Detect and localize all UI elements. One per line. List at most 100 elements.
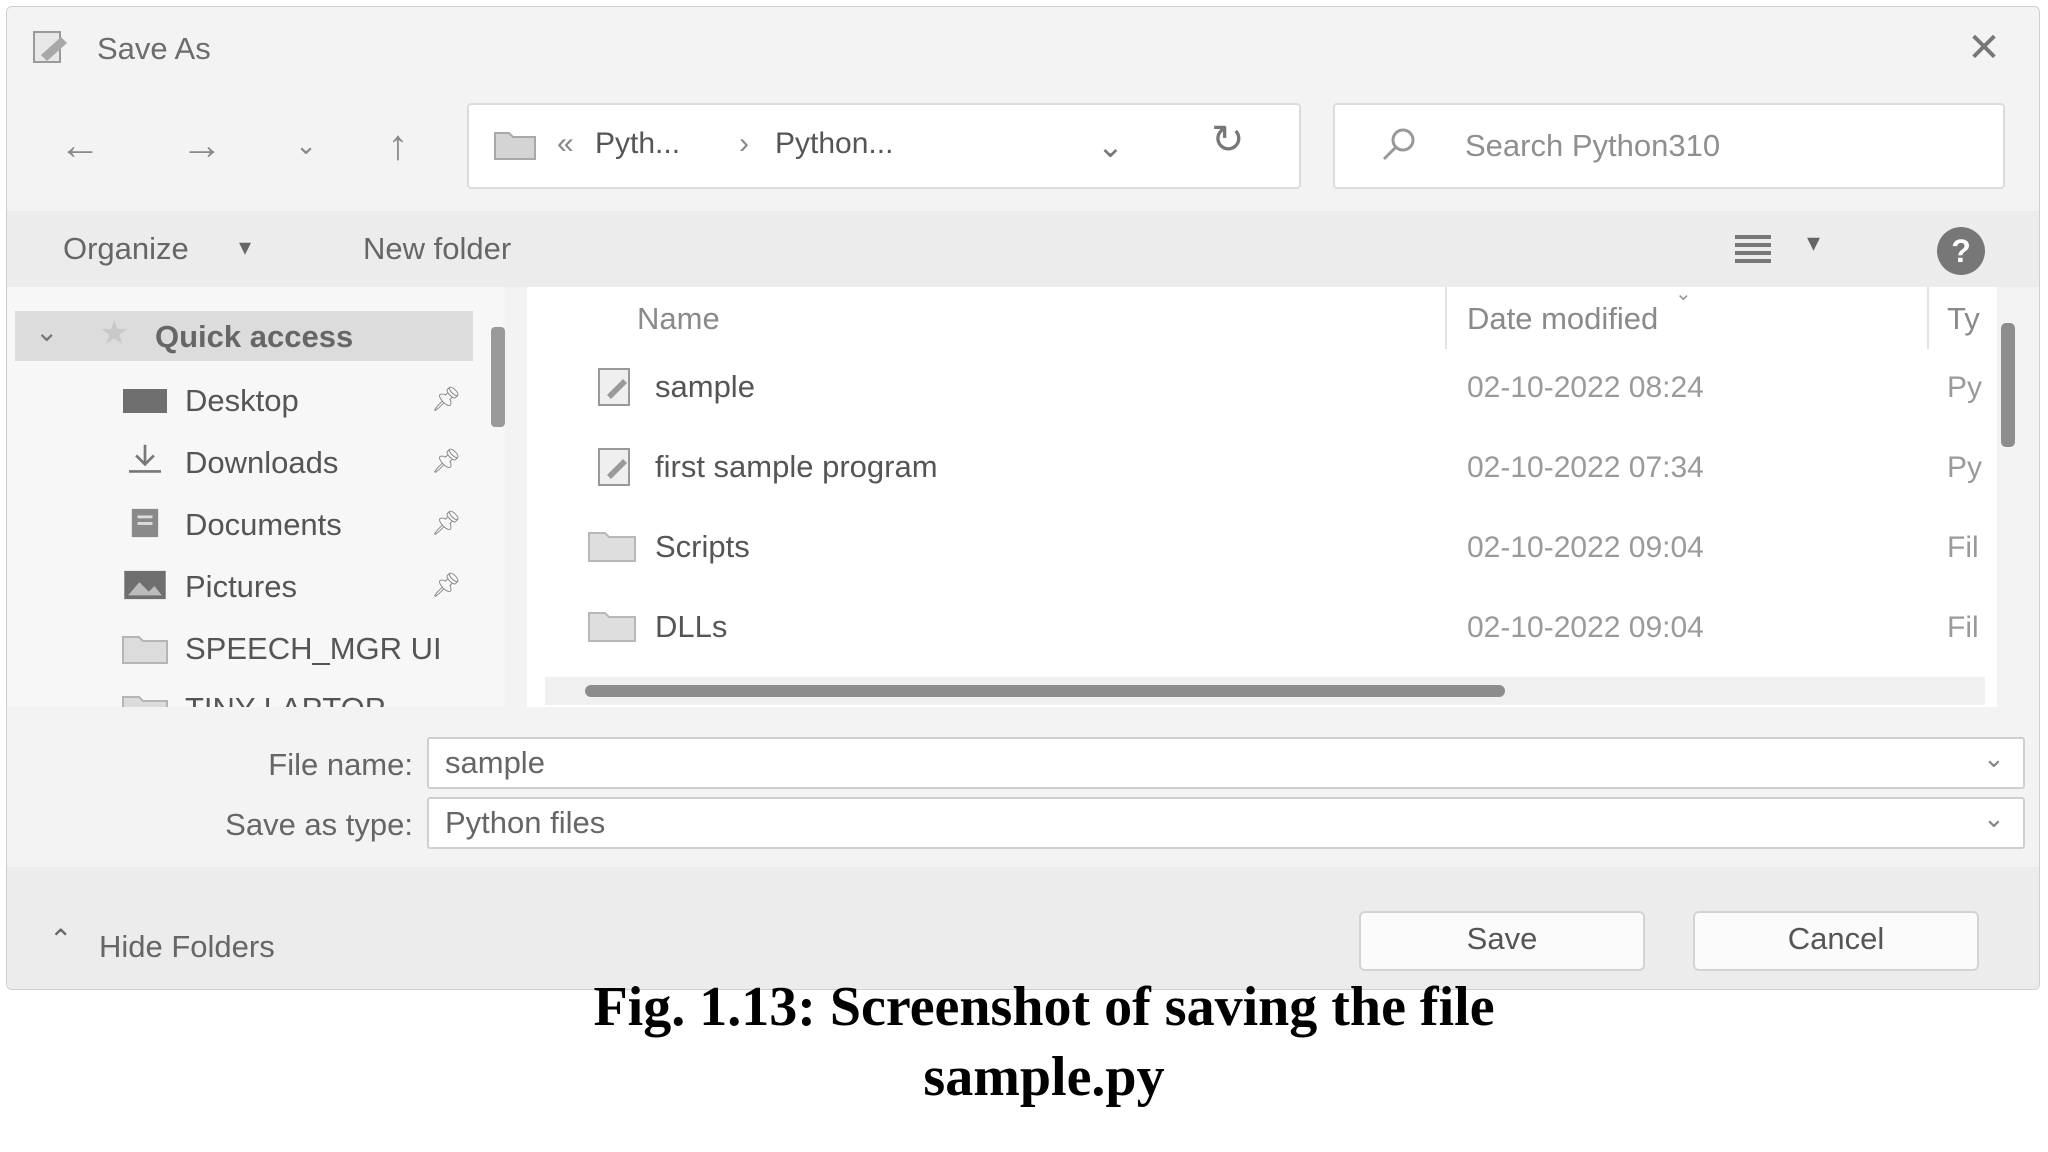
arrow-up-icon: ↑ xyxy=(387,121,409,168)
address-bar[interactable]: « Pyth... › Python... ⌄ ↻ xyxy=(467,103,1301,189)
command-toolbar: Organize ▾ New folder ▾ ? xyxy=(7,211,2039,287)
file-date-modified: 02-10-2022 08:24 xyxy=(1467,371,1704,404)
view-options-button[interactable] xyxy=(1731,229,1775,269)
save-as-type-select[interactable]: Python files xyxy=(427,797,2025,849)
nav-item-downloads[interactable]: Downloads 📌︎ xyxy=(117,441,487,485)
chevron-down-icon[interactable]: ⌄ xyxy=(1983,803,2005,834)
help-icon: ? xyxy=(1951,233,1971,269)
chevron-down-icon[interactable]: ⌄ xyxy=(35,315,58,348)
title-bar: Save As ✕ xyxy=(7,7,2039,87)
chevron-up-icon: ⌃ xyxy=(49,924,73,955)
nav-item-label: Documents xyxy=(185,507,342,542)
help-button[interactable]: ? xyxy=(1937,227,1985,275)
file-name: first sample program xyxy=(655,449,938,484)
file-date-modified: 02-10-2022 09:04 xyxy=(1467,611,1704,644)
search-input[interactable] xyxy=(1463,123,1977,169)
save-as-type-label: Save as type: xyxy=(225,807,413,842)
table-row[interactable]: DLLs 02-10-2022 09:04 Fil xyxy=(587,599,1987,655)
python-file-icon xyxy=(598,368,630,406)
close-button[interactable]: ✕ xyxy=(1959,25,2009,71)
column-divider[interactable] xyxy=(1445,287,1447,349)
recent-locations-button[interactable]: ⌄ xyxy=(271,115,341,175)
column-header-date-modified[interactable]: Date modified xyxy=(1467,301,1658,337)
file-name: DLLs xyxy=(655,609,728,644)
forward-button[interactable]: → xyxy=(167,115,237,175)
dialog-footer: ⌃ Hide Folders Save Cancel xyxy=(7,867,2039,989)
caret-down-icon: ▾ xyxy=(239,234,252,261)
nav-item-speech-mgr[interactable]: SPEECH_MGR UI xyxy=(117,627,487,671)
navigation-pane: ⌄ ★ Quick access Desktop 📌︎ Downloads 📌︎… xyxy=(7,287,505,707)
search-box[interactable] xyxy=(1333,103,2005,189)
new-folder-button[interactable]: New folder xyxy=(363,231,511,267)
search-icon xyxy=(1382,128,1415,161)
up-button[interactable]: ↑ xyxy=(363,115,433,175)
save-button[interactable]: Save xyxy=(1359,911,1645,971)
breadcrumb-item[interactable]: Python... xyxy=(775,127,893,161)
column-header-type[interactable]: Ty xyxy=(1947,301,1980,337)
folder-icon xyxy=(588,532,636,562)
desktop-icon xyxy=(123,389,167,413)
back-button[interactable]: ← xyxy=(45,115,115,175)
table-row[interactable]: sample 02-10-2022 08:24 Py xyxy=(587,359,1987,415)
nav-scrollbar[interactable] xyxy=(491,327,505,427)
pictures-icon xyxy=(124,570,166,600)
nav-item-desktop[interactable]: Desktop 📌︎ xyxy=(117,379,487,423)
column-divider[interactable] xyxy=(1927,287,1929,349)
refresh-button[interactable]: ↻ xyxy=(1211,117,1245,163)
close-icon: ✕ xyxy=(1967,26,2001,70)
file-type: Py xyxy=(1947,451,1983,484)
address-dropdown-button[interactable]: ⌄ xyxy=(1097,127,1124,165)
documents-icon xyxy=(131,508,159,538)
file-name: Scripts xyxy=(655,529,750,564)
download-icon xyxy=(129,444,161,473)
nav-item-documents[interactable]: Documents 📌︎ xyxy=(117,503,487,547)
save-as-dialog: Save As ✕ ← → ⌄ ↑ « Pyth... › Python... … xyxy=(6,6,2040,990)
folder-icon xyxy=(122,696,168,707)
nav-item-label: SPEECH_MGR UI xyxy=(185,631,442,666)
cancel-button[interactable]: Cancel xyxy=(1693,911,1979,971)
overflow-icon: « xyxy=(557,127,574,160)
file-name-input[interactable] xyxy=(427,737,2025,789)
folder-icon xyxy=(122,636,168,664)
folder-icon xyxy=(588,612,636,642)
horizontal-scrollbar-thumb[interactable] xyxy=(585,685,1505,697)
figure-caption-line-1: Fig. 1.13: Screenshot of saving the file xyxy=(593,976,1495,1038)
pin-icon: 📌︎ xyxy=(431,510,462,537)
file-list: Name ⌄ Date modified Ty sample 02-10-202… xyxy=(527,283,2015,707)
organize-label: Organize xyxy=(63,231,189,266)
python-file-icon xyxy=(598,448,630,486)
nav-item-label: TINY LAPTOP xyxy=(185,691,385,707)
column-header-name[interactable]: Name xyxy=(637,301,720,337)
nav-item-tiny-laptop[interactable]: TINY LAPTOP xyxy=(117,685,487,707)
figure-caption-line-2: sample.py xyxy=(923,1046,1165,1108)
window-title: Save As xyxy=(97,31,211,66)
file-list-vertical-scrollbar[interactable] xyxy=(2001,323,2015,447)
pin-icon: 📌︎ xyxy=(431,572,462,599)
chevron-down-icon[interactable]: ⌄ xyxy=(1983,743,2005,774)
nav-item-label: Downloads xyxy=(185,445,339,480)
view-dropdown-button[interactable]: ▾ xyxy=(1807,227,1820,258)
file-type: Fil xyxy=(1947,611,1979,644)
file-type: Fil xyxy=(1947,531,1979,564)
table-row[interactable]: first sample program 02-10-2022 07:34 Py xyxy=(587,439,1987,495)
python-file-icon xyxy=(33,31,67,63)
chevron-down-icon: ⌄ xyxy=(295,130,317,160)
pin-icon: 📌︎ xyxy=(431,448,462,475)
nav-item-label: Desktop xyxy=(185,383,299,418)
quick-access-label: Quick access xyxy=(155,319,354,354)
folder-icon xyxy=(494,132,536,160)
nav-item-pictures[interactable]: Pictures 📌︎ xyxy=(117,565,487,609)
sort-indicator-icon: ⌄ xyxy=(1675,283,1692,305)
chevron-right-icon: › xyxy=(739,127,749,160)
hide-folders-label: Hide Folders xyxy=(99,929,275,964)
organize-menu-button[interactable]: Organize ▾ xyxy=(63,231,273,271)
file-date-modified: 02-10-2022 09:04 xyxy=(1467,531,1704,564)
file-date-modified: 02-10-2022 07:34 xyxy=(1467,451,1704,484)
file-name: sample xyxy=(655,369,755,404)
file-type: Py xyxy=(1947,371,1983,404)
hide-folders-button[interactable]: ⌃ Hide Folders xyxy=(43,924,343,969)
list-view-icon xyxy=(1735,235,1771,263)
table-row[interactable]: Scripts 02-10-2022 09:04 Fil xyxy=(587,519,1987,575)
breadcrumb-item[interactable]: Pyth... xyxy=(595,127,680,161)
star-icon: ★ xyxy=(99,314,130,352)
